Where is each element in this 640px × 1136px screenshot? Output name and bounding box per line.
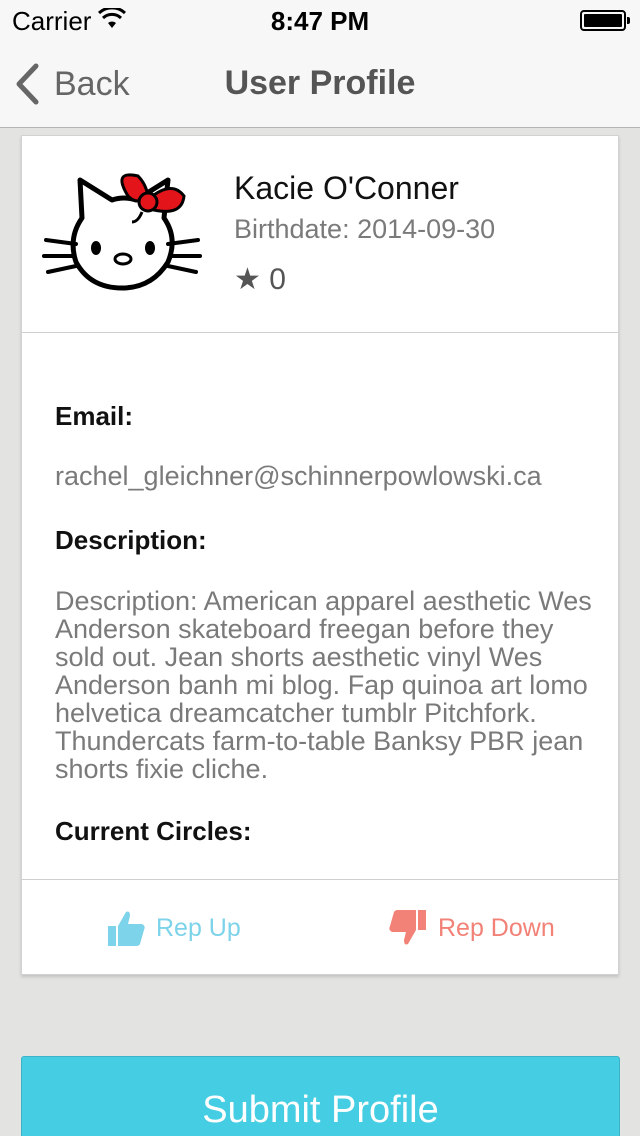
status-bar: Carrier 8:47 PM [0, 0, 640, 40]
profile-card: Kacie O'Conner Birthdate: 2014-09-30 ★ 0… [21, 135, 619, 975]
page-title: User Profile [224, 64, 416, 102]
circles-label: Current Circles: [55, 816, 252, 846]
navigation-bar: Back User Profile [0, 40, 640, 128]
actions-divider [22, 879, 618, 880]
thumbs-down-icon [389, 910, 426, 945]
reputation-score: ★ 0 [234, 263, 286, 296]
rep-down-label: Rep Down [438, 913, 555, 942]
description-label: Description: [55, 525, 207, 555]
rep-down-button[interactable]: Rep Down [388, 906, 555, 950]
profile-name: Kacie O'Conner [234, 170, 459, 206]
thumbs-up-icon [108, 911, 145, 946]
clock: 8:47 PM [270, 6, 370, 36]
hello-kitty-avatar [42, 173, 202, 291]
header-divider [22, 332, 618, 333]
email-label: Email: [55, 401, 134, 431]
battery-icon [580, 10, 630, 31]
birthdate: Birthdate: 2014-09-30 [234, 214, 496, 244]
email-value: rachel_gleichner@schinnerpowlowski.ca [55, 461, 542, 491]
description-value: Description: American apparel aesthetic … [55, 586, 592, 784]
submit-profile-button[interactable]: Submit Profile [21, 1056, 620, 1136]
rep-up-label: Rep Up [156, 913, 241, 942]
rep-up-button[interactable]: Rep Up [106, 906, 241, 950]
